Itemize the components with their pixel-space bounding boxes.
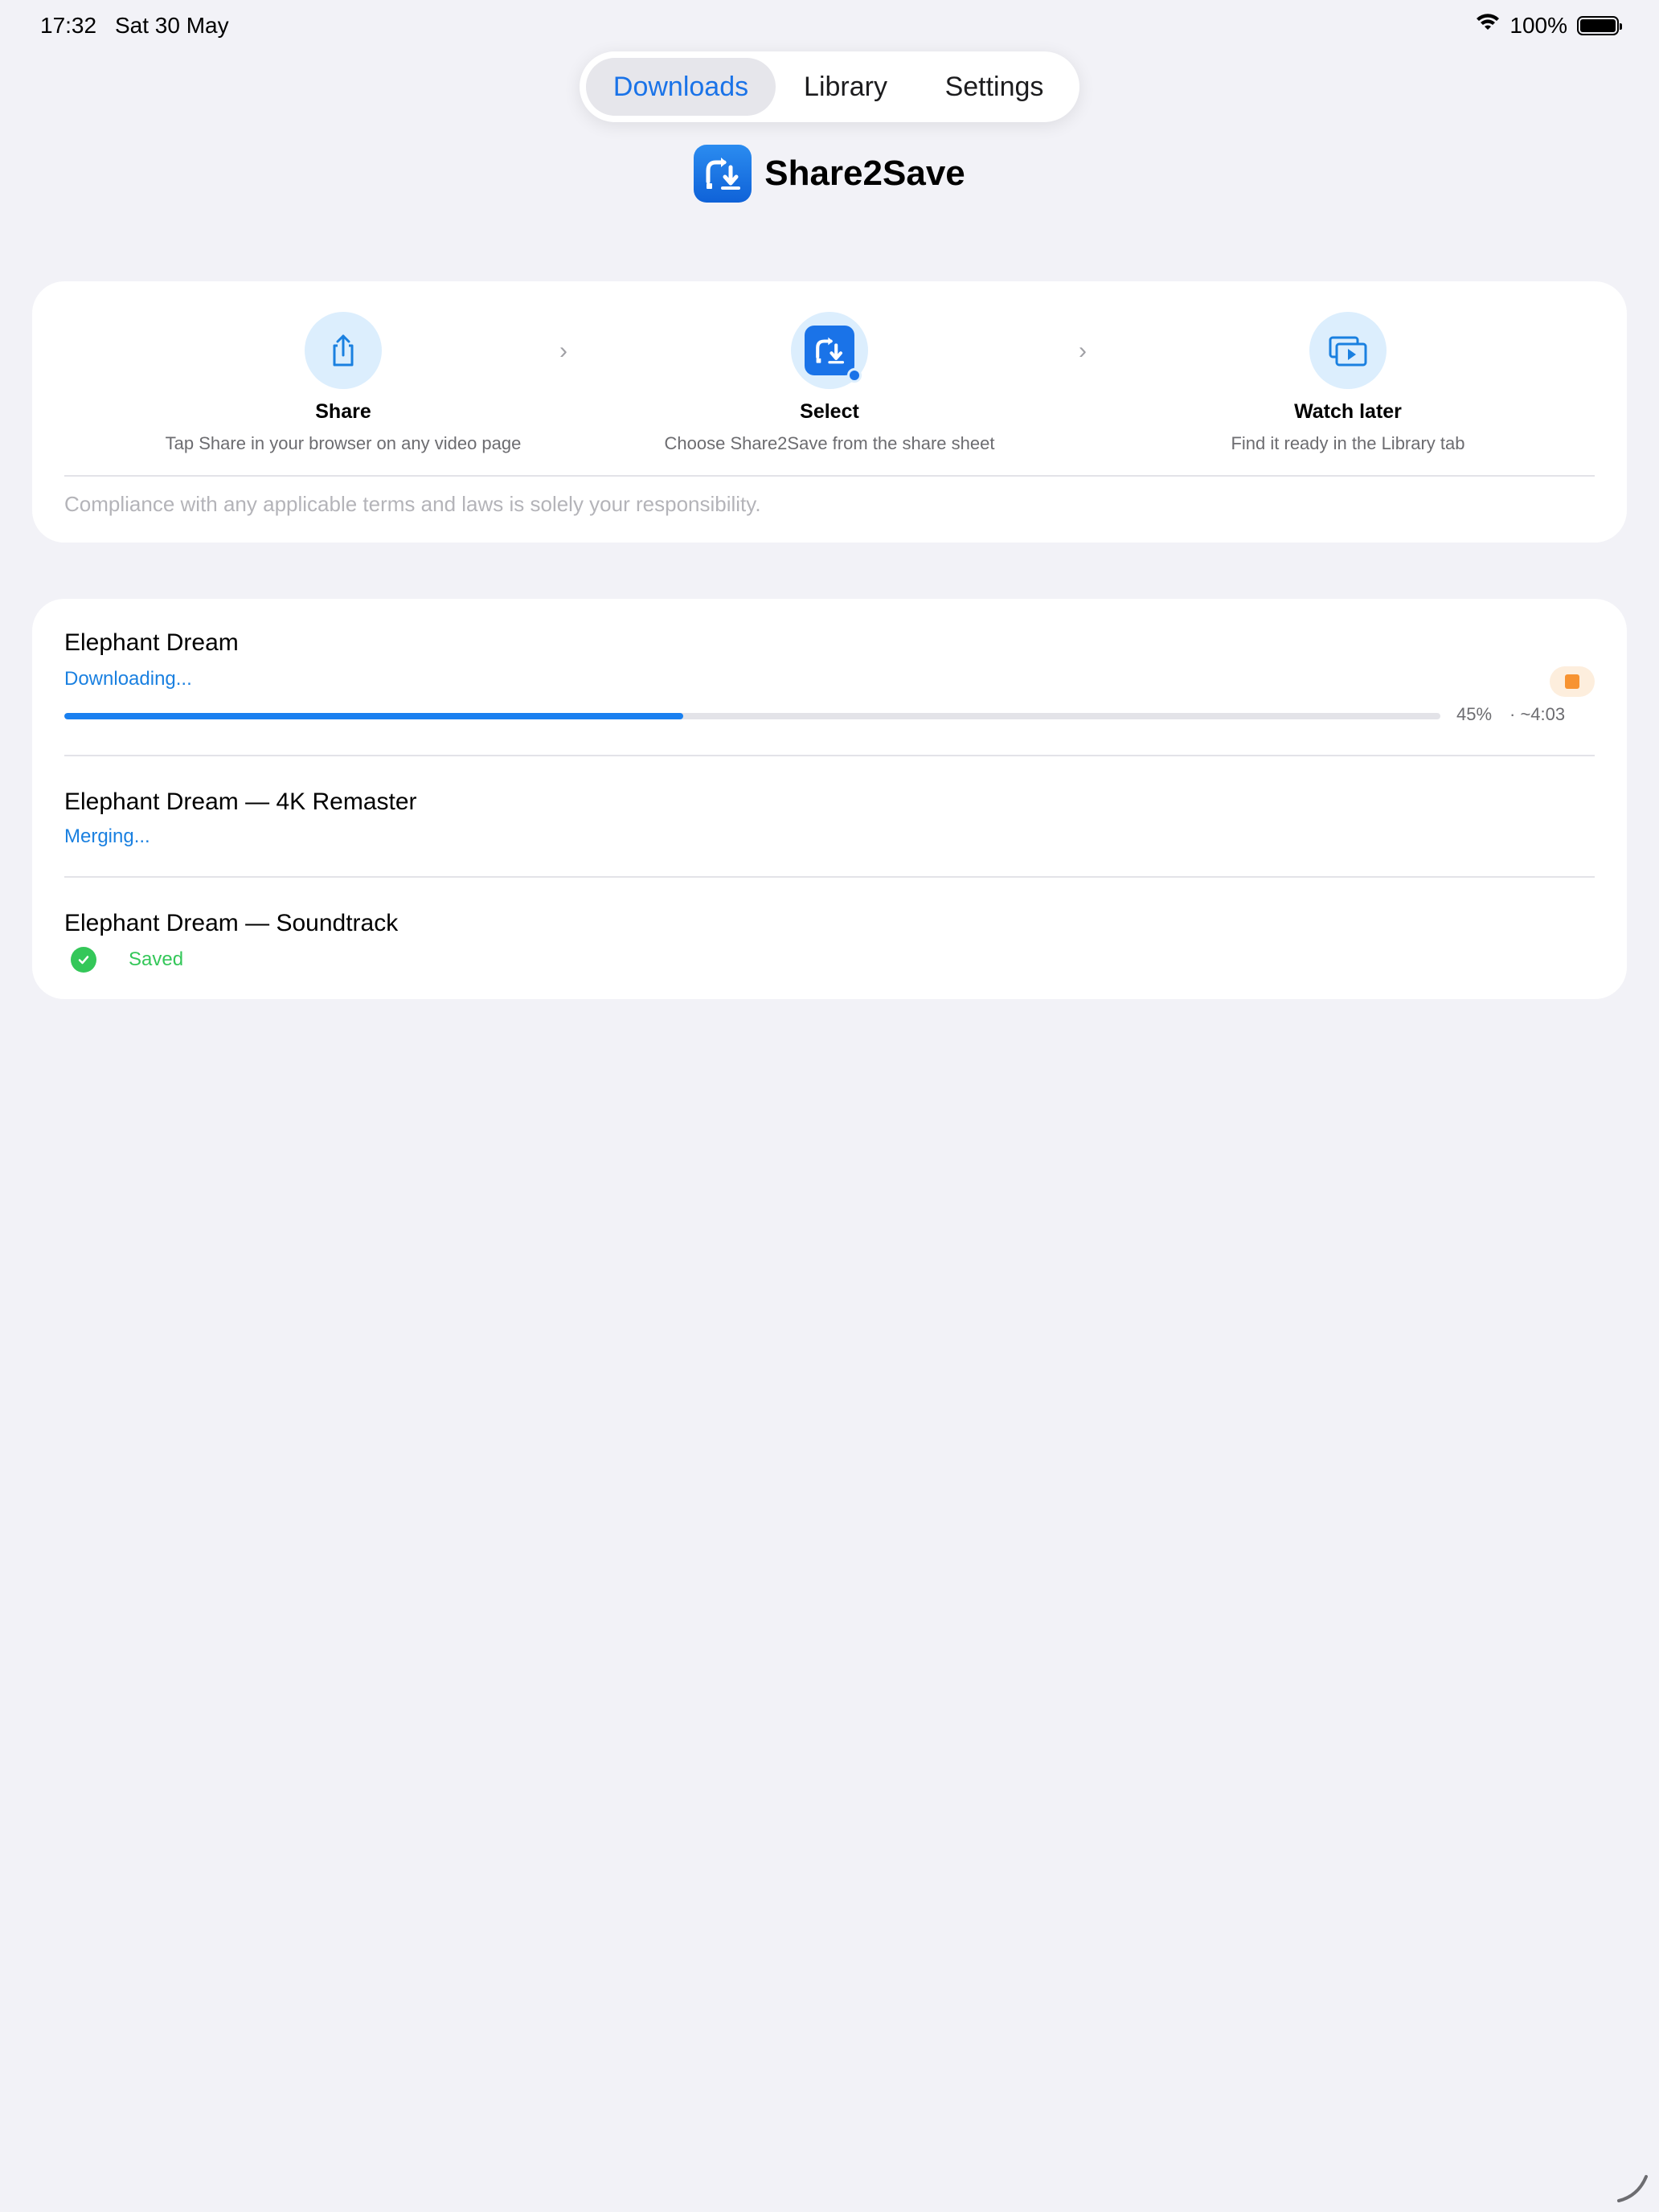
download-status: Downloading... <box>64 668 192 690</box>
divider <box>64 475 1595 477</box>
tab-library[interactable]: Library <box>776 58 916 116</box>
download-title: Elephant Dream — Soundtrack <box>64 910 399 936</box>
app-title: Share2Save <box>764 154 965 193</box>
wifi-icon <box>1476 13 1500 39</box>
step-select: Select Choose Share2Save from the share … <box>588 312 1071 454</box>
status-bar: 17:32 Sat 30 May 100% <box>0 0 1659 51</box>
tab-downloads[interactable]: Downloads <box>586 58 776 116</box>
compliance-notice: Compliance with any applicable terms and… <box>64 492 761 516</box>
step-title: Select <box>800 400 859 423</box>
step-watch-later: Watch later Find it ready in the Library… <box>1107 312 1589 454</box>
step-description: Tap Share in your browser on any video p… <box>165 433 522 453</box>
step-title: Share <box>315 400 371 423</box>
battery-icon <box>1577 16 1622 35</box>
download-row[interactable]: Elephant Dream — 4K Remaster Merging... <box>64 789 1595 848</box>
status-date: Sat 30 May <box>115 13 229 38</box>
download-eta: · ~4:03 <box>1509 704 1566 724</box>
step-share: Share Tap Share in your browser on any v… <box>102 312 584 454</box>
checkmark-circle-icon <box>71 947 96 973</box>
tab-bar: Downloads Library Settings <box>580 51 1079 122</box>
resize-corner-icon <box>1617 2175 1648 2202</box>
how-it-works-card: Share Tap Share in your browser on any v… <box>32 281 1627 543</box>
download-status: Merging... <box>64 825 150 847</box>
status-time: 17:32 <box>40 13 97 38</box>
battery-percentage: 100% <box>1509 13 1567 38</box>
download-title: Elephant Dream <box>64 629 239 656</box>
download-row[interactable]: Elephant Dream Downloading... <box>64 629 1595 726</box>
download-status: Saved <box>129 948 184 970</box>
step-description: Find it ready in the Library tab <box>1231 433 1465 453</box>
divider <box>64 755 1595 756</box>
step-description: Choose Share2Save from the share sheet <box>664 433 995 453</box>
video-library-icon <box>1309 312 1387 389</box>
status-indicators: 100% <box>1476 13 1622 39</box>
stop-download-button[interactable] <box>1550 666 1595 697</box>
downloads-list: Elephant Dream Downloading... 45% · ~4:0… <box>32 599 1627 999</box>
share-icon <box>305 312 382 389</box>
chevron-right-icon: › <box>1079 338 1087 364</box>
selection-dot-icon <box>847 368 862 383</box>
share2save-logo-icon <box>694 145 752 203</box>
download-progress-fill <box>64 713 684 719</box>
download-progress-percent: 45% <box>1456 704 1493 724</box>
download-status-row: Saved <box>64 947 1595 973</box>
download-title: Elephant Dream — 4K Remaster <box>64 789 417 815</box>
step-title: Watch later <box>1294 400 1402 423</box>
app-header: Share2Save <box>0 145 1659 203</box>
share2save-app-icon <box>791 312 868 389</box>
chevron-right-icon: › <box>559 338 567 364</box>
divider <box>64 876 1595 878</box>
stop-icon <box>1565 674 1579 689</box>
tab-settings[interactable]: Settings <box>916 58 1073 116</box>
download-progress-bar <box>64 713 1440 719</box>
downloads-screen: 17:32 Sat 30 May 100% Downloads Library … <box>0 0 1659 2212</box>
download-row[interactable]: Elephant Dream — Soundtrack Saved <box>64 910 1595 973</box>
